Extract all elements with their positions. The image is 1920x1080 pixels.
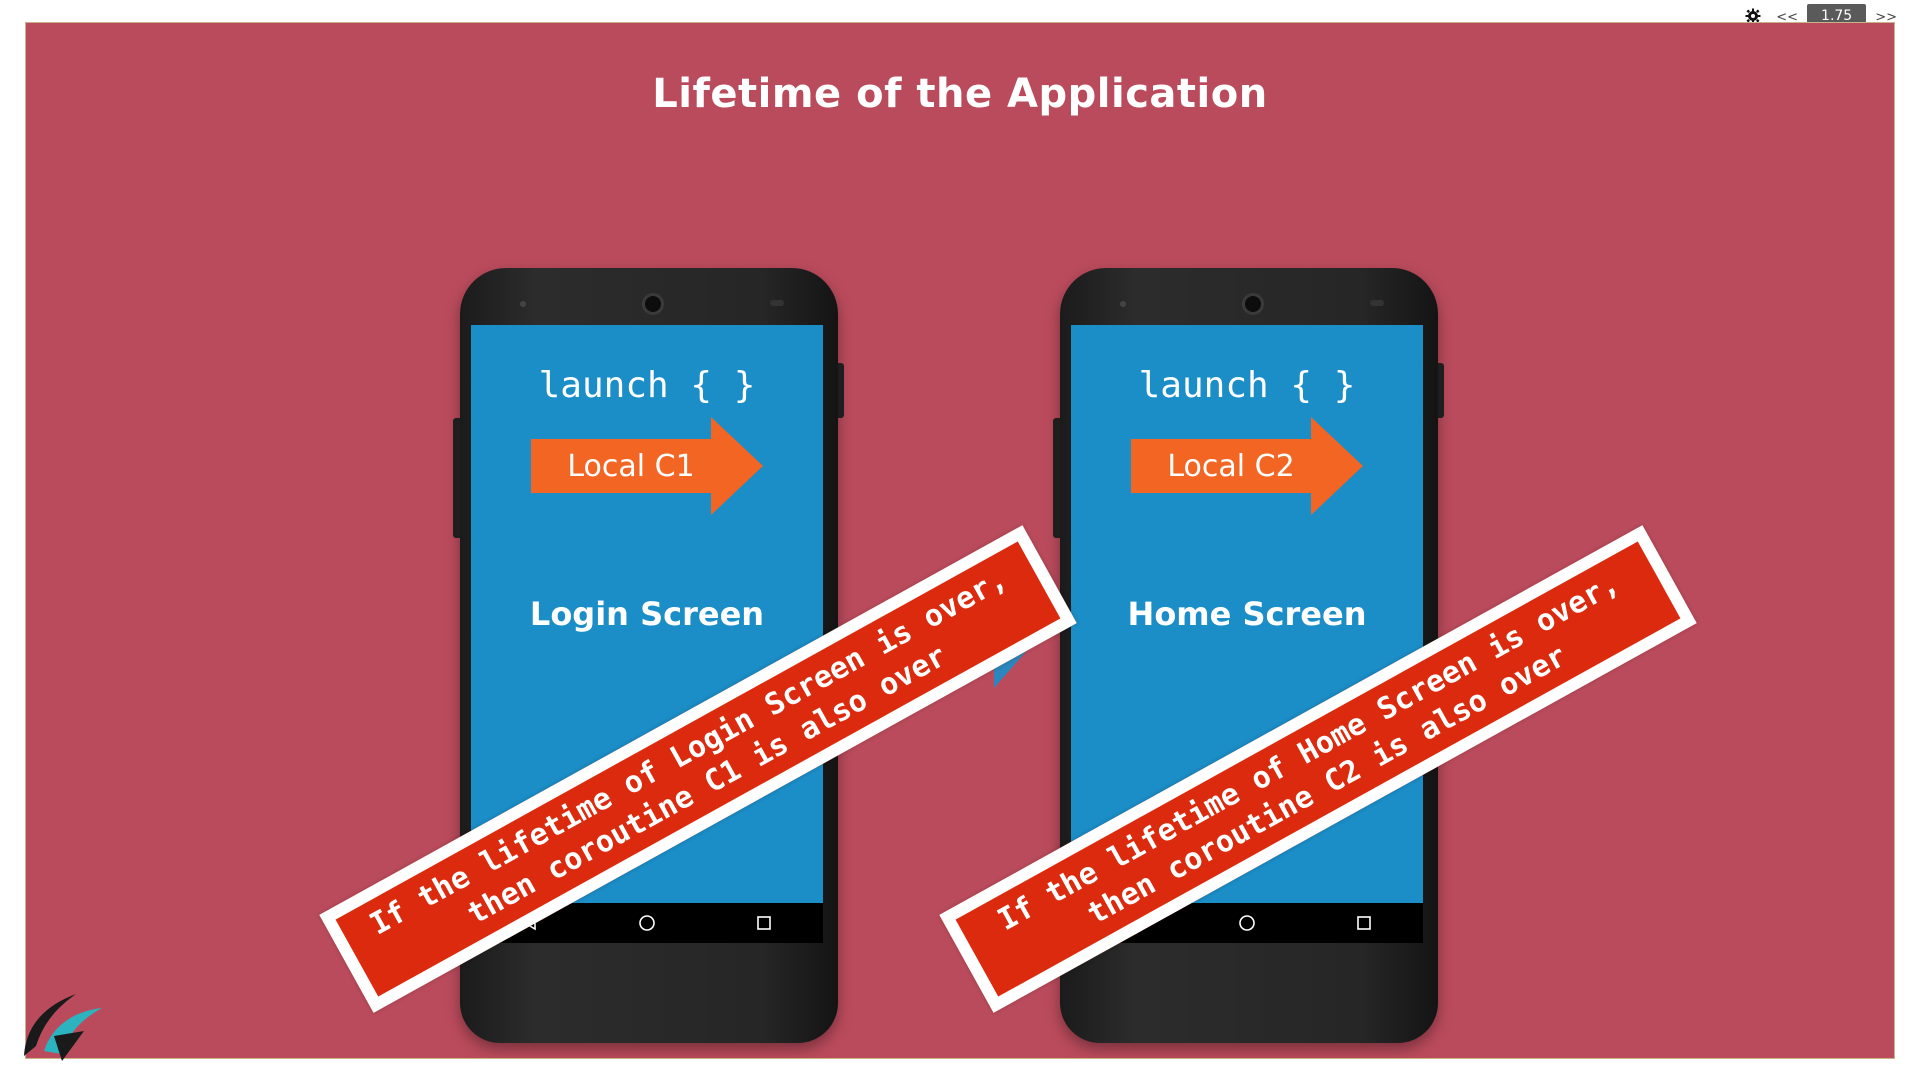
phone-side-button [1053, 418, 1060, 538]
phone-sensor [1120, 301, 1126, 307]
camera-icon [1242, 293, 1264, 315]
camera-icon [642, 293, 664, 315]
screen-name: Login Screen [529, 595, 765, 633]
logo-icon [24, 994, 102, 1061]
scope-label: Local C2 [1167, 448, 1295, 484]
screen-name: Home Screen [1127, 595, 1367, 633]
phone-speaker [770, 300, 784, 306]
launch-code: launch { } [538, 365, 756, 406]
scope-arrow: Local C1 [531, 417, 763, 515]
slide-title: Lifetime of the Application [652, 71, 1268, 117]
scope-arrow: Local C2 [1131, 417, 1363, 515]
slide: Lifetime of the Application launch { } L… [25, 22, 1895, 1059]
recents-icon[interactable] [1354, 913, 1374, 933]
phone-power-button [838, 363, 844, 418]
launch-code: launch { } [1138, 365, 1356, 406]
scope-label: Local C1 [567, 448, 695, 484]
home-icon[interactable] [637, 913, 657, 933]
phone-sensor [520, 301, 526, 307]
recents-icon[interactable] [754, 913, 774, 933]
phone-side-button [453, 418, 460, 538]
phone-speaker [1370, 300, 1384, 306]
home-icon[interactable] [1237, 913, 1257, 933]
phone-power-button [1438, 363, 1444, 418]
